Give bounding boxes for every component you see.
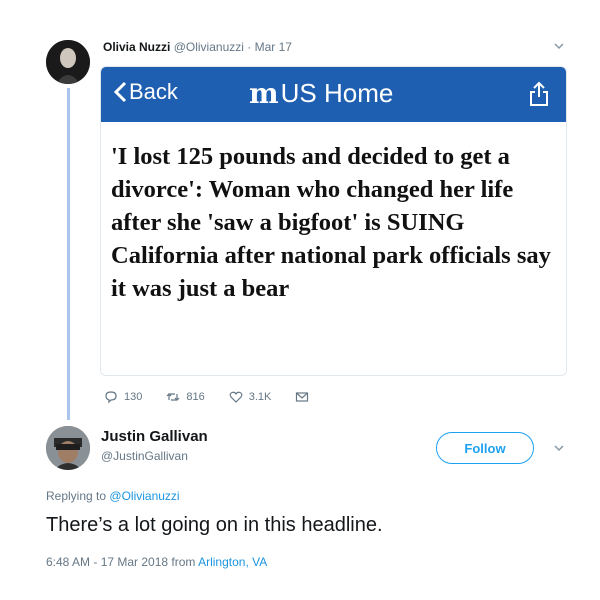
like-icon xyxy=(229,391,243,403)
back-arrow-icon xyxy=(113,81,127,103)
card-header-bar: Back m US Home xyxy=(101,67,566,122)
reply-icon xyxy=(105,391,117,404)
replying-to: Replying to @Olivianuzzi xyxy=(46,489,180,503)
message-action[interactable] xyxy=(295,390,309,404)
reply-author-name[interactable]: Justin Gallivan xyxy=(101,428,208,445)
tweet-date[interactable]: Mar 17 xyxy=(255,40,292,54)
author-handle[interactable]: @Olivianuzzi xyxy=(174,40,244,54)
chevron-down-icon[interactable] xyxy=(553,40,565,55)
share-icon[interactable] xyxy=(528,81,550,107)
site-logo: m US Home xyxy=(249,77,393,110)
retweet-count: 816 xyxy=(186,391,205,403)
logo-mark: m xyxy=(249,77,279,110)
tweet-header: Olivia Nuzzi @Olivianuzzi · Mar 17 xyxy=(103,40,292,54)
replying-handle-link[interactable]: @Olivianuzzi xyxy=(109,489,179,503)
reply-count: 130 xyxy=(124,391,143,403)
replying-prefix: Replying to xyxy=(46,489,107,503)
location-link[interactable]: Arlington, VA xyxy=(198,555,267,569)
avatar-justin[interactable] xyxy=(46,426,90,470)
reply-timestamp: 6:48 AM - 17 Mar 2018 from Arlington, VA xyxy=(46,555,267,569)
retweet-icon xyxy=(166,393,180,401)
reply-author-handle[interactable]: @JustinGallivan xyxy=(101,449,188,463)
avatar-olivia[interactable] xyxy=(46,40,90,84)
date-separator: · xyxy=(247,40,252,54)
follow-button[interactable]: Follow xyxy=(436,432,534,464)
retweet-action[interactable]: 816 xyxy=(166,390,205,404)
like-action[interactable]: 3.1K xyxy=(229,390,272,404)
timestamp-text: 6:48 AM - 17 Mar 2018 from xyxy=(46,555,196,569)
reply-action[interactable]: 130 xyxy=(104,390,142,404)
article-headline[interactable]: 'I lost 125 pounds and decided to get a … xyxy=(111,140,561,305)
back-label: Back xyxy=(129,79,178,104)
like-count: 3.1K xyxy=(248,391,272,403)
thread-connector-line xyxy=(67,88,70,420)
reply-text: There’s a lot going on in this headline. xyxy=(46,514,383,536)
back-button[interactable]: Back xyxy=(113,79,178,105)
logo-text: US Home xyxy=(280,78,394,108)
author-name[interactable]: Olivia Nuzzi xyxy=(103,40,170,54)
link-card[interactable]: Back m US Home 'I lost 125 pounds and de… xyxy=(100,66,567,376)
chevron-down-icon[interactable] xyxy=(553,442,565,457)
tweet-actions: 130 816 3.1K xyxy=(104,390,333,404)
message-icon xyxy=(296,392,309,402)
